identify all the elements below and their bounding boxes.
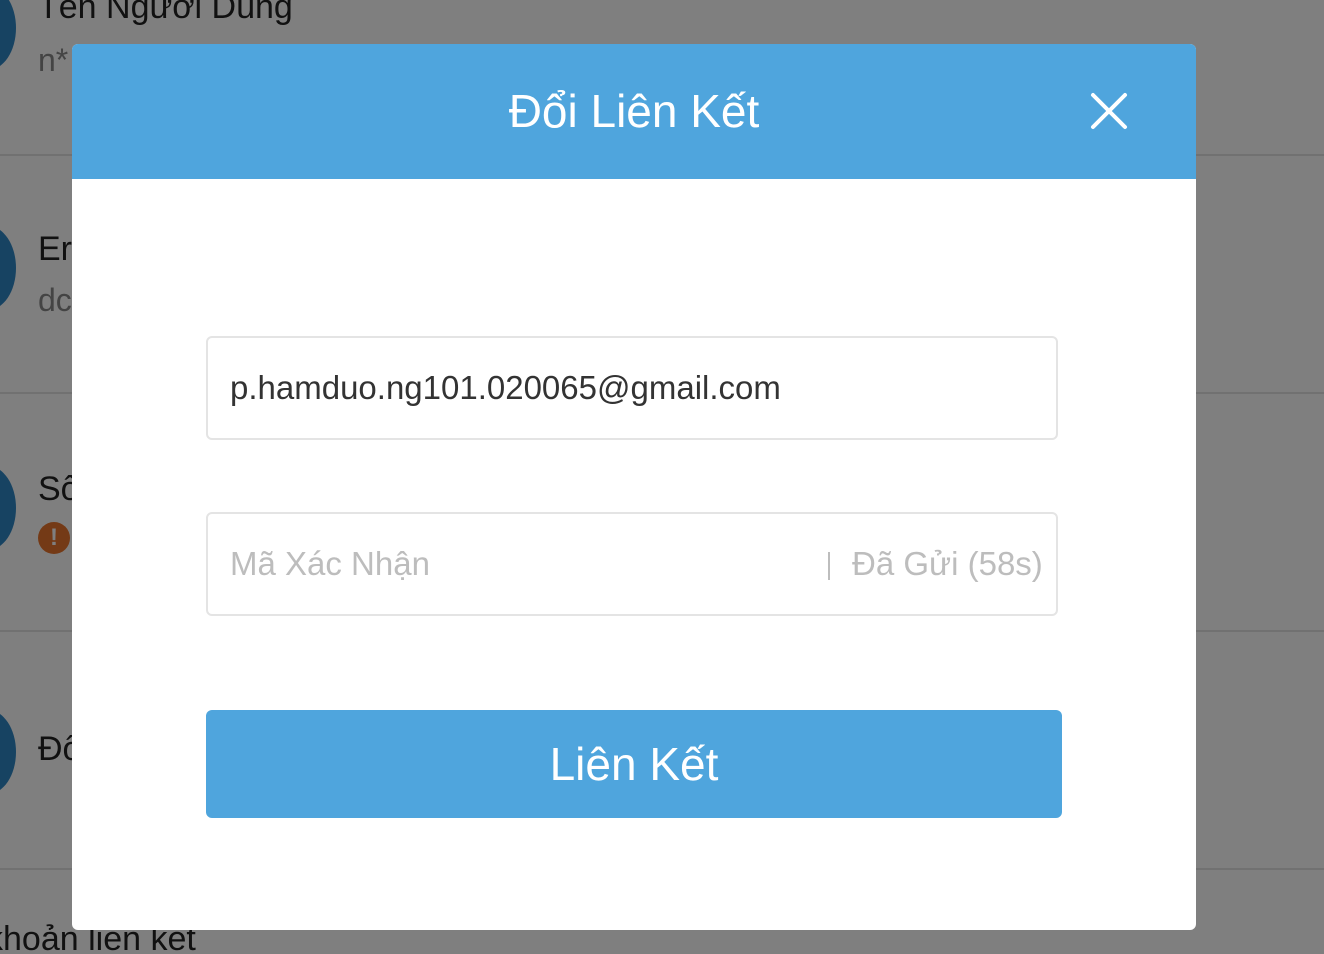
resend-code-button[interactable]: Đã Gửi (58s) <box>852 514 1043 614</box>
verification-code-input[interactable] <box>230 514 790 614</box>
dialog-title: Đổi Liên Kết <box>508 85 760 137</box>
link-submit-button[interactable]: Liên Kết <box>206 710 1062 818</box>
close-icon <box>1091 93 1127 129</box>
verification-code-field: Đã Gửi (58s) <box>206 512 1058 616</box>
email-field <box>206 336 1058 440</box>
email-input[interactable] <box>230 338 1030 438</box>
change-link-dialog: Đổi Liên Kết Đã Gửi (58s) Liên Kết <box>72 44 1196 930</box>
dialog-header: Đổi Liên Kết <box>72 44 1196 179</box>
field-divider <box>828 552 830 580</box>
close-button[interactable] <box>1086 88 1132 134</box>
